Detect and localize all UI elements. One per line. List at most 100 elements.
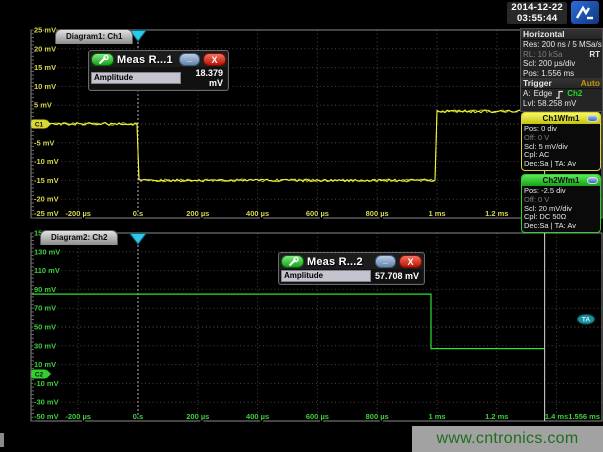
diagram2-y-tick-label: 130 mV	[34, 247, 60, 256]
diagram1-x-tick-label: 400 µs	[246, 209, 269, 218]
ch1-trace	[31, 110, 543, 182]
diagram2-y-tick-label: 30 mV	[34, 341, 56, 350]
diagram1-y-tick-label: -25 mV	[34, 209, 59, 218]
diagram1-y-tick-label: 15 mV	[34, 63, 56, 72]
trigger-level-text: Lvl: 58.258 mV	[523, 99, 576, 109]
diagram2-y-tick-label: -50 mV	[34, 412, 59, 421]
trigger-level-marker[interactable]: TA	[578, 314, 595, 324]
svg-text:C1: C1	[35, 122, 44, 129]
diagram1-x-tick-label: 600 µs	[306, 209, 329, 218]
diagram1-y-tick-label: 25 mV	[34, 26, 56, 35]
meas-value: 18.379 mV	[181, 68, 226, 88]
close-button[interactable]: X	[203, 53, 226, 66]
diagram1-y-tick-label: 10 mV	[34, 82, 56, 91]
time-text: 03:55:44	[511, 13, 563, 24]
minimize-icon[interactable]	[587, 177, 598, 184]
diagram1-x-tick-label: -200 µs	[65, 209, 91, 218]
tab-diagram1[interactable]: Diagram1: Ch1	[55, 29, 133, 44]
diagram2-y-tick-label: 110 mV	[34, 266, 60, 275]
diagram2-y-tick-label: 70 mV	[34, 304, 56, 313]
diagram2-x-tick-label: 1.556 ms	[568, 412, 600, 421]
diagram2-y-tick-label: 90 mV	[34, 285, 56, 294]
ch1-trace	[31, 110, 543, 182]
diagram2-y-tick-label: 50 mV	[34, 323, 56, 332]
minimize-button[interactable]: _	[375, 255, 396, 268]
meas-popup-1-title: Meas R...1	[117, 54, 176, 66]
watermark-text: www.cntronics.com	[412, 426, 603, 452]
trigger-source-row: A: Edge Ch2	[521, 89, 602, 99]
diagram1-y-tick-label: 20 mV	[34, 44, 56, 53]
bottom-left-marker	[0, 433, 4, 447]
svg-text:C2: C2	[35, 372, 44, 379]
ch1-waveform-box-title: Ch1Wfm1	[543, 114, 580, 123]
rising-edge-icon	[555, 90, 564, 99]
diagram2-x-tick-label: 0 s	[133, 412, 143, 421]
meas-popup-1-titlebar: Meas R...1 _ X	[89, 51, 228, 67]
ch1-setting-row: Dec:Sa | TA: Av	[524, 160, 598, 169]
diagram1-y-tick-label: -10 mV	[34, 157, 59, 166]
diagram1-y-tick-label: -20 mV	[34, 195, 59, 204]
trigger-type: Edge	[534, 89, 553, 99]
trigger-a-label: A:	[523, 89, 531, 99]
meas-popup-2-body: Amplitude 57.708 mV	[280, 269, 423, 283]
tab-diagram2[interactable]: Diagram2: Ch2	[40, 230, 118, 245]
diagram1-x-tick-label: 1.2 ms	[485, 209, 508, 218]
horizontal-setting-row: RL: 10 kSaRT	[521, 50, 602, 60]
meas-param-field[interactable]: Amplitude	[91, 72, 181, 84]
diagram1-x-tick-label: 1 ms	[428, 209, 445, 218]
ch2-setting-row: Dec:Sa | TA: Av	[524, 222, 598, 231]
datetime-display: 2014-12-22 03:55:44	[507, 2, 567, 24]
trigger-header: Trigger Auto	[521, 78, 602, 89]
minimize-icon[interactable]	[587, 115, 598, 122]
meas-popup-1[interactable]: Meas R...1 _ X Amplitude 18.379 mV	[88, 50, 229, 91]
diagram2-x-tick-label: 800 µs	[366, 412, 389, 421]
date-text: 2014-12-22	[511, 2, 563, 13]
horizontal-header: Horizontal	[521, 29, 602, 40]
trigger-source: Ch2	[567, 89, 582, 99]
diagram2-x-tick-label: -200 µs	[65, 412, 91, 421]
meas-popup-1-body: Amplitude 18.379 mV	[90, 67, 227, 89]
meas-popup-2[interactable]: Meas R...2 _ X Amplitude 57.708 mV	[278, 252, 425, 285]
horizontal-title: Horizontal	[523, 29, 565, 39]
horizontal-trigger-panel[interactable]: Horizontal Res: 200 ns / 5 MSa/sRL: 10 k…	[520, 28, 603, 112]
trigger-level-row: Lvl: 58.258 mV	[521, 99, 602, 109]
diagram1-x-tick-label: 200 µs	[186, 209, 209, 218]
diagram2-x-tick-label: 1.2 ms	[485, 412, 508, 421]
horizontal-setting-row: Res: 200 ns / 5 MSa/s	[521, 40, 602, 50]
diagram2-y-tick-label: -10 mV	[34, 379, 59, 388]
minimize-button[interactable]: _	[179, 53, 200, 66]
ch2-waveform-box[interactable]: Ch2Wfm1 Pos: -2.5 divOff: 0 VScl: 20 mV/…	[521, 174, 601, 233]
diagram1-y-tick-label: -5 mV	[34, 138, 54, 147]
diagram1-y-tick-label: -15 mV	[34, 176, 59, 185]
ch2-ground-marker[interactable]: C2	[32, 370, 52, 379]
diagram1-x-tick-label: 800 µs	[366, 209, 389, 218]
trigger-title: Trigger	[523, 78, 552, 88]
svg-text:TA: TA	[582, 317, 590, 324]
ch1-waveform-box[interactable]: Ch1Wfm1 Pos: 0 divOff: 0 VScl: 5 mV/divC…	[521, 112, 601, 171]
ch2-trace	[32, 294, 545, 349]
diagram2-x-tick-label: 400 µs	[246, 412, 269, 421]
wrench-icon[interactable]	[91, 53, 114, 66]
meas-value: 57.708 mV	[371, 271, 422, 281]
close-button[interactable]: X	[399, 255, 422, 268]
diagram2-x-tick-label: 600 µs	[306, 412, 329, 421]
diagram2-x-tick-label: 1.4 ms	[545, 412, 568, 421]
wrench-icon[interactable]	[281, 255, 304, 268]
diagram1-y-tick-label: 5 mV	[34, 101, 52, 110]
meas-param-field[interactable]: Amplitude	[281, 270, 371, 282]
trigger-mode-badge: Auto	[581, 78, 600, 88]
trigger-position-marker-icon[interactable]	[130, 234, 146, 245]
diagram1-x-tick-label: 0 s	[133, 209, 143, 218]
meas-popup-2-title: Meas R...2	[307, 256, 372, 268]
horizontal-setting-row: Scl: 200 µs/div	[521, 59, 602, 69]
diagram2-x-tick-label: 1 ms	[428, 412, 445, 421]
diagram2-x-tick-label: 200 µs	[186, 412, 209, 421]
rohde-schwarz-logo-icon	[571, 1, 599, 24]
ch1-ground-marker[interactable]: C1	[32, 120, 52, 129]
meas-popup-2-titlebar: Meas R...2 _ X	[279, 253, 424, 269]
diagram2-y-tick-label: -30 mV	[34, 398, 59, 407]
horizontal-setting-row: Pos: 1.556 ms	[521, 69, 602, 79]
oscilloscope-screen: 25 mV 20 mV 15 mV 10 mV 5 mV -5 mV -10 mV -15 m…	[0, 0, 603, 452]
ch2-waveform-box-header: Ch2Wfm1	[522, 175, 600, 186]
ch2-waveform-box-title: Ch2Wfm1	[543, 176, 580, 185]
